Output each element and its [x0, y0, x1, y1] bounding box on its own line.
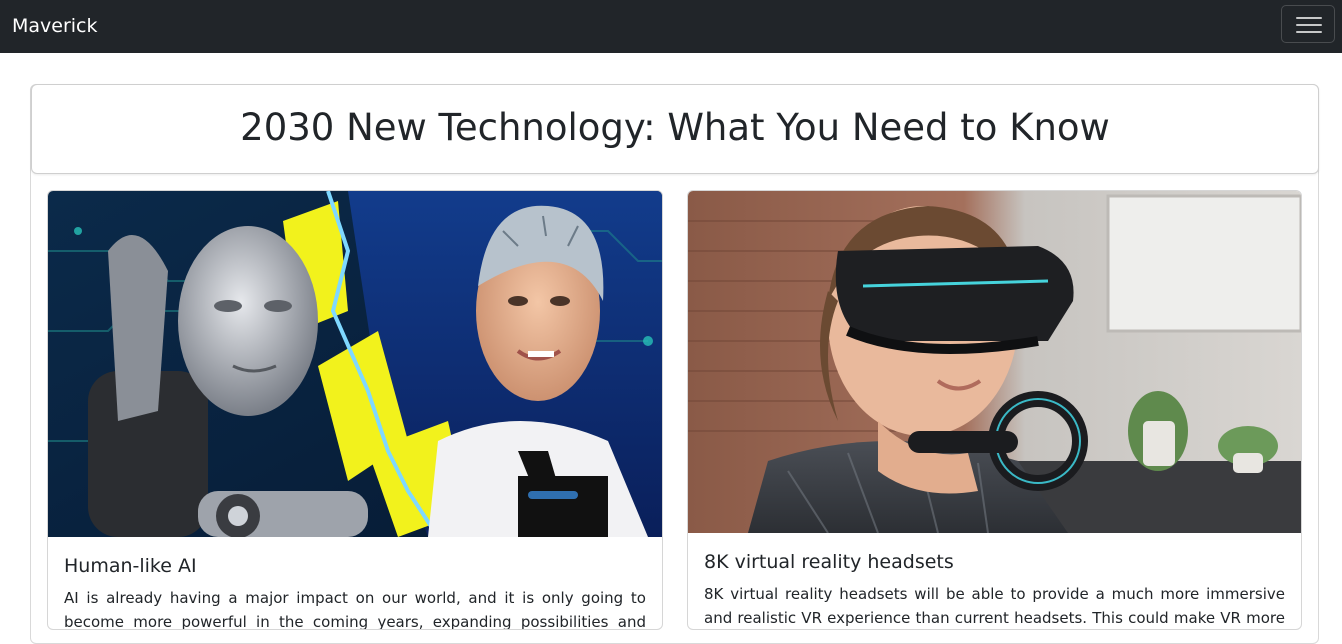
- navbar-toggler-button[interactable]: [1281, 5, 1335, 43]
- robot-faces-photo: [48, 191, 662, 537]
- article-card-8k-vr-headsets: 8K virtual reality headsets 8K virtual r…: [687, 190, 1302, 630]
- page-title: 2030 New Technology: What You Need to Kn…: [240, 106, 1110, 149]
- card-text: 8K virtual reality headsets will be able…: [704, 585, 1285, 627]
- vr-headset-user-photo: [688, 191, 1301, 533]
- article-card-human-like-ai: Human-like AI AI is already having a maj…: [47, 190, 663, 630]
- top-navbar: Maverick: [0, 0, 1342, 53]
- card-text: AI is already having a major impact on o…: [64, 589, 646, 630]
- brand-link[interactable]: Maverick: [12, 13, 98, 39]
- card-title: 8K virtual reality headsets: [704, 551, 954, 573]
- card-title: Human-like AI: [64, 555, 197, 577]
- title-card: 2030 New Technology: What You Need to Kn…: [31, 84, 1319, 174]
